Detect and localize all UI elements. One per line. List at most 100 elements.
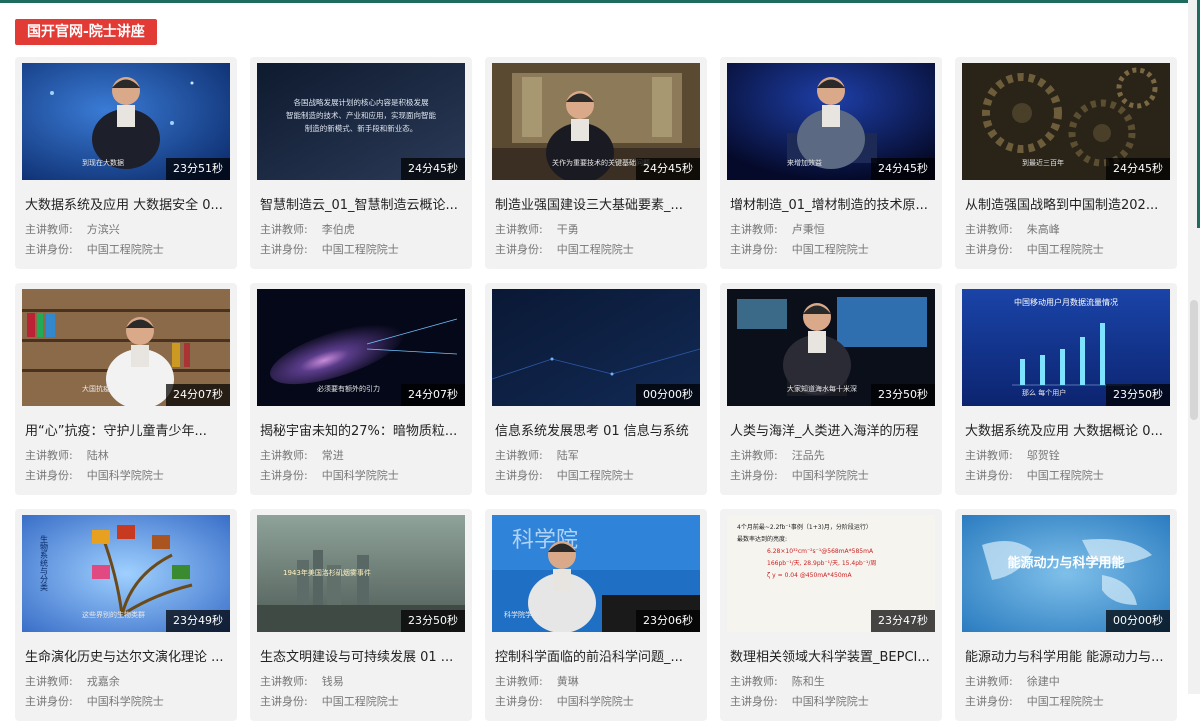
section-title: 国开官网-院士讲座 [15,19,157,45]
video-card[interactable]: 能源动力与科学用能 00分00秒 能源动力与科学用能 能源动力与... 主讲教师… [955,509,1177,721]
video-title[interactable]: 用“心”抗疫：守护儿童青少年... [25,420,230,439]
identity-label: 主讲身份: [730,695,778,708]
identity-label: 主讲身份: [260,469,308,482]
video-thumbnail[interactable]: 到现在大数据 23分51秒 [22,63,230,180]
video-card[interactable]: 科学院 科学院学部 23分06秒 控制科学面临的前沿科学问题_... 主讲教师:… [485,509,707,721]
teacher-label: 主讲教师: [495,449,543,462]
overlay-line: 智能制造的技术、产业和应用，实现面向智能 [286,110,436,120]
video-thumbnail[interactable]: 大家知道海水每十米深 23分50秒 [727,289,935,406]
video-thumbnail[interactable]: 1943年美国洛杉矶烟雾事件 23分50秒 [257,515,465,632]
overlay-line: 各国战略发展计划的核心内容是积极发展 [294,97,429,107]
video-thumbnail[interactable]: 00分00秒 [492,289,700,406]
teacher-row: 主讲教师: 陈和生 [730,673,825,689]
duration-badge: 23分51秒 [166,158,230,180]
video-title[interactable]: 增材制造_01_增材制造的技术原... [730,194,935,213]
video-card[interactable]: 关作为重要技术的关键基础问题 24分45秒 制造业强国建设三大基础要素_... … [485,57,707,269]
video-title[interactable]: 数理相关领域大科学装置_BEPCI... [730,646,935,665]
video-title[interactable]: 生命演化历史与达尔文演化理论 ... [25,646,230,665]
overlay-line: ζ y = 0.04 @450mA*450mA [767,572,853,579]
teacher-name: 汪品先 [791,449,825,462]
video-card[interactable]: 1943年美国洛杉矶烟雾事件 23分50秒 生态文明建设与可持续发展 01 ..… [250,509,472,721]
duration-badge: 24分07秒 [401,384,465,406]
video-title[interactable]: 能源动力与科学用能 能源动力与... [965,646,1170,665]
identity-row: 主讲身份: 中国科学院院士 [260,467,399,483]
identity-value: 中国工程院院士 [86,243,164,256]
video-title[interactable]: 大数据系统及应用 大数据概论 0... [965,420,1170,439]
identity-value: 中国科学院院士 [791,695,869,708]
identity-label: 主讲身份: [25,695,73,708]
video-title[interactable]: 智慧制造云_01_智慧制造云概论... [260,194,465,213]
teacher-label: 主讲教师: [730,675,778,688]
video-card[interactable]: 到现在大数据 23分51秒 大数据系统及应用 大数据安全 0... 主讲教师: 方… [15,57,237,269]
video-title[interactable]: 信息系统发展思考 01 信息与系统 [495,420,700,439]
video-thumbnail[interactable]: 科学院 科学院学部 23分06秒 [492,515,700,632]
overlay-line: 最数率达到的亮度: [737,535,787,543]
teacher-label: 主讲教师: [730,223,778,236]
video-title[interactable]: 人类与海洋_人类进入海洋的历程 [730,420,935,439]
identity-value: 中国工程院院士 [791,243,869,256]
video-thumbnail[interactable]: 必须要有额外的引力 24分07秒 [257,289,465,406]
teacher-name: 陈和生 [791,675,825,688]
identity-row: 主讲身份: 中国工程院院士 [965,467,1104,483]
identity-row: 主讲身份: 中国工程院院士 [495,241,634,257]
video-card[interactable]: 生物系统与分类 这些界别的生物类群 23分49秒 生命演化历史与达尔文演化理论 .… [15,509,237,721]
scrollbar-track[interactable] [1188,0,1200,694]
identity-row: 主讲身份: 中国工程院院士 [730,241,869,257]
identity-label: 主讲身份: [965,243,1013,256]
video-thumbnail[interactable]: 4个月前最~2.2fb⁻¹事例（1+3)月，分阶段运行） 最数率达到的亮度: 6.2… [727,515,935,632]
video-title[interactable]: 大数据系统及应用 大数据安全 0... [25,194,230,213]
video-thumbnail[interactable]: 关作为重要技术的关键基础问题 24分45秒 [492,63,700,180]
video-card[interactable]: 中国移动用户月数据流量情况 那么 每个用户 23分50秒 大数据系统及应用 大数… [955,283,1177,495]
video-title[interactable]: 控制科学面临的前沿科学问题_... [495,646,700,665]
teacher-row: 主讲教师: 黄琳 [495,673,579,689]
video-thumbnail[interactable]: 到最近三百年 24分45秒 [962,63,1170,180]
video-card[interactable]: 大国抗疫 24分07秒 用“心”抗疫：守护儿童青少年... 主讲教师: 陆林 主讲… [15,283,237,495]
video-title[interactable]: 揭秘宇宙未知的27%：暗物质粒... [260,420,465,439]
duration-badge: 24分07秒 [166,384,230,406]
teacher-name: 钱易 [321,675,344,688]
video-thumbnail[interactable]: 来增加效益 24分45秒 [727,63,935,180]
video-thumbnail[interactable]: 大国抗疫 24分07秒 [22,289,230,406]
duration-badge: 23分06秒 [636,610,700,632]
identity-label: 主讲身份: [495,243,543,256]
teacher-label: 主讲教师: [730,449,778,462]
teacher-row: 主讲教师: 邬贺铨 [965,447,1060,463]
overlay-line: 生物系统与分类 [40,534,49,592]
video-thumbnail[interactable]: 生物系统与分类 这些界别的生物类群 23分49秒 [22,515,230,632]
video-title[interactable]: 从制造强国战略到中国制造202... [965,194,1170,213]
video-thumbnail[interactable]: 各国战略发展计划的核心内容是积极发展 智能制造的技术、产业和应用，实现面向智能 制造… [257,63,465,180]
scrollbar-thumb[interactable] [1190,300,1198,420]
identity-row: 主讲身份: 中国科学院院士 [25,467,164,483]
teacher-label: 主讲教师: [260,223,308,236]
teacher-name: 常进 [321,449,344,462]
video-thumbnail[interactable]: 能源动力与科学用能 00分00秒 [962,515,1170,632]
subtitle-caption: 到最近三百年 [1022,158,1064,167]
identity-value: 中国科学院院士 [321,469,399,482]
video-card[interactable]: 4个月前最~2.2fb⁻¹事例（1+3)月，分阶段运行） 最数率达到的亮度: 6.2… [720,509,942,721]
subtitle-caption: 能源动力与科学用能 [1007,555,1124,571]
video-card[interactable]: 必须要有额外的引力 24分07秒 揭秘宇宙未知的27%：暗物质粒... 主讲教师… [250,283,472,495]
teacher-name: 陆林 [86,449,109,462]
video-card[interactable]: 来增加效益 24分45秒 增材制造_01_增材制造的技术原... 主讲教师: 卢秉… [720,57,942,269]
overlay-line: 6.28×10³²cm⁻²s⁻¹@568mA*585mA [767,548,874,555]
identity-value: 中国科学院院士 [791,469,869,482]
video-card[interactable]: 各国战略发展计划的核心内容是积极发展 智能制造的技术、产业和应用，实现面向智能 制造… [250,57,472,269]
teacher-row: 主讲教师: 干勇 [495,221,579,237]
duration-badge: 24分45秒 [636,158,700,180]
teacher-row: 主讲教师: 戎嘉余 [25,673,120,689]
video-card[interactable]: 到最近三百年 24分45秒 从制造强国战略到中国制造202... 主讲教师: 朱高… [955,57,1177,269]
video-title[interactable]: 生态文明建设与可持续发展 01 ... [260,646,465,665]
teacher-label: 主讲教师: [495,223,543,236]
video-thumbnail[interactable]: 中国移动用户月数据流量情况 那么 每个用户 23分50秒 [962,289,1170,406]
identity-label: 主讲身份: [730,469,778,482]
video-card[interactable]: 00分00秒 信息系统发展思考 01 信息与系统 主讲教师: 陆军 主讲身份: 中国… [485,283,707,495]
subtitle-caption: 到现在大数据 [82,158,124,167]
overlay-line: 制造的新模式、新手段和新业态。 [305,123,418,133]
video-card[interactable]: 大家知道海水每十米深 23分50秒 人类与海洋_人类进入海洋的历程 主讲教师: 汪… [720,283,942,495]
video-title[interactable]: 制造业强国建设三大基础要素_... [495,194,700,213]
teacher-row: 主讲教师: 钱易 [260,673,344,689]
identity-label: 主讲身份: [495,469,543,482]
teacher-label: 主讲教师: [260,675,308,688]
identity-label: 主讲身份: [260,695,308,708]
teacher-name: 戎嘉余 [86,675,120,688]
